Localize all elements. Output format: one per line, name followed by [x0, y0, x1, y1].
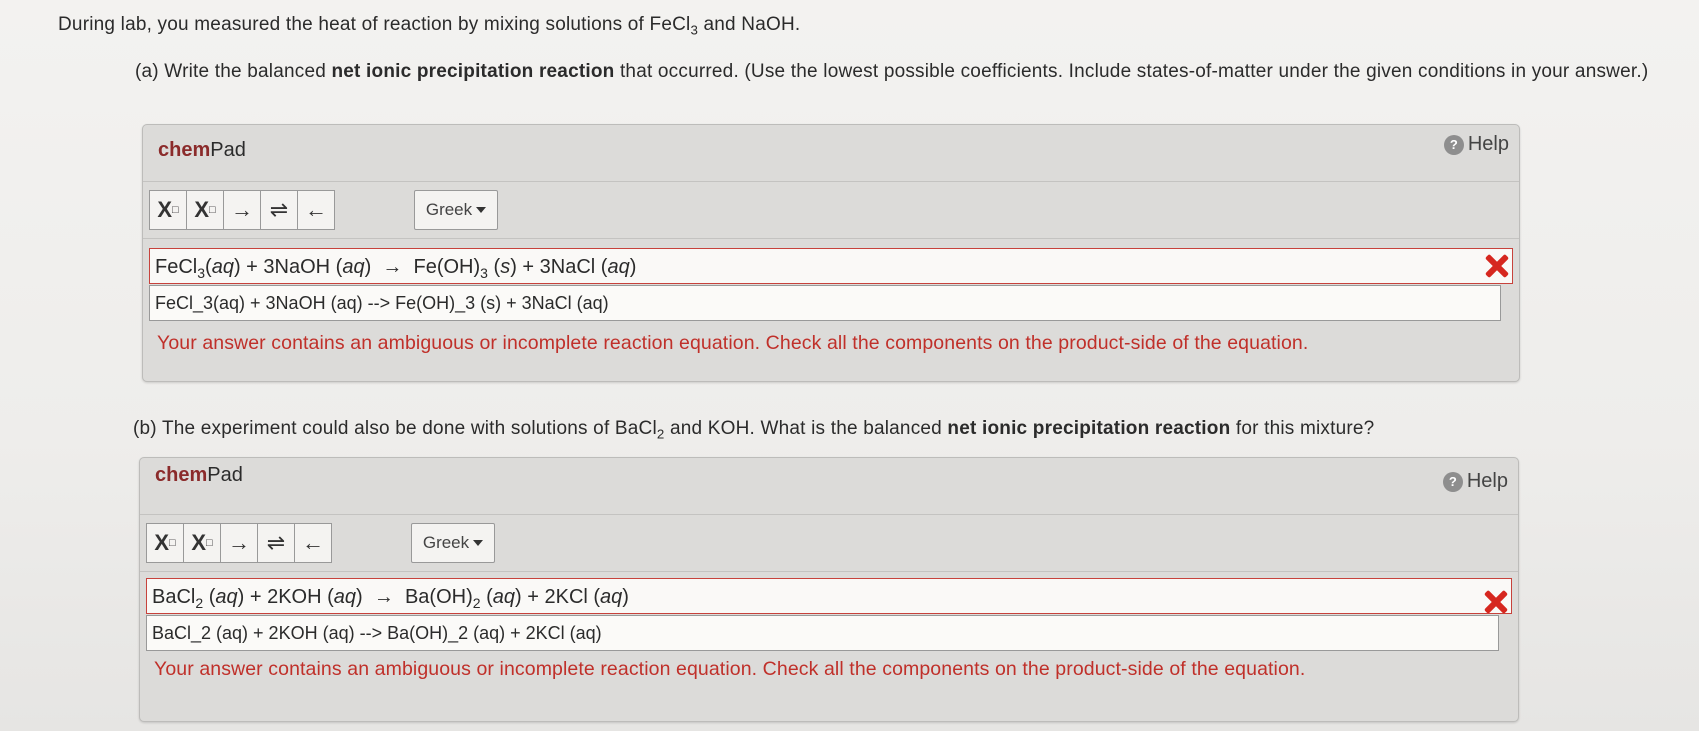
- arrow-left-button[interactable]: ←: [297, 190, 335, 230]
- chempad-title: chemPad: [155, 464, 243, 486]
- error-feedback: Your answer contains an ambiguous or inc…: [154, 658, 1306, 680]
- help-icon[interactable]: ?: [1442, 471, 1463, 492]
- chempad-toolbar: X □ X □ → ⇌ ← Greek: [140, 515, 1518, 572]
- chempad-header: chemPad ? Help: [143, 125, 1519, 182]
- red-x-icon: [1482, 589, 1508, 615]
- rendered-equation: BaCl2 (aq) + 2KOH (aq) → Ba(OH)2 (aq) + …: [146, 578, 1512, 614]
- greek-dropdown[interactable]: Greek: [414, 190, 498, 230]
- answer-input[interactable]: BaCl_2 (aq) + 2KOH (aq) --> Ba(OH)_2 (aq…: [146, 615, 1499, 651]
- help-link[interactable]: ? Help: [1443, 133, 1509, 156]
- chempad-title: chemPad: [158, 139, 246, 161]
- help-icon[interactable]: ?: [1443, 134, 1464, 155]
- format-button-group: X □ X □ → ⇌ ←: [149, 190, 335, 230]
- subscript-button[interactable]: X □: [146, 523, 184, 563]
- greek-dropdown[interactable]: Greek: [411, 523, 495, 563]
- chempad-a: chemPad ? Help X □ X □ → ⇌ ← Greek FeCl3(aq…: [142, 124, 1520, 382]
- format-button-group: X □ X □ → ⇌ ←: [146, 523, 332, 563]
- chempad-toolbar: X □ X □ → ⇌ ← Greek: [143, 182, 1519, 239]
- rendered-equation: FeCl3(aq) + 3NaOH (aq) → Fe(OH)3 (s) + 3…: [149, 248, 1513, 284]
- arrow-left-button[interactable]: ←: [294, 523, 332, 563]
- error-feedback: Your answer contains an ambiguous or inc…: [157, 332, 1309, 354]
- arrow-right-button[interactable]: →: [220, 523, 258, 563]
- caret-down-icon: [473, 540, 484, 546]
- answer-input[interactable]: FeCl_3(aq) + 3NaOH (aq) --> Fe(OH)_3 (s)…: [149, 285, 1501, 321]
- part-a-prompt: (a) Write the balanced net ionic precipi…: [135, 61, 1649, 82]
- superscript-button[interactable]: X □: [186, 190, 224, 230]
- equilibrium-button[interactable]: ⇌: [260, 190, 298, 230]
- help-link[interactable]: ? Help: [1442, 470, 1508, 493]
- superscript-button[interactable]: X □: [183, 523, 221, 563]
- equilibrium-button[interactable]: ⇌: [257, 523, 295, 563]
- question-intro: During lab, you measured the heat of rea…: [58, 14, 801, 38]
- subscript-button[interactable]: X □: [149, 190, 187, 230]
- chempad-header: chemPad ? Help: [140, 458, 1518, 515]
- chempad-b: chemPad ? Help X □ X □ → ⇌ ← Greek BaCl2 (a…: [139, 457, 1519, 722]
- caret-down-icon: [476, 207, 487, 213]
- arrow-right-button[interactable]: →: [223, 190, 261, 230]
- part-b-prompt: (b) The experiment could also be done wi…: [133, 418, 1375, 442]
- red-x-icon: [1483, 253, 1509, 279]
